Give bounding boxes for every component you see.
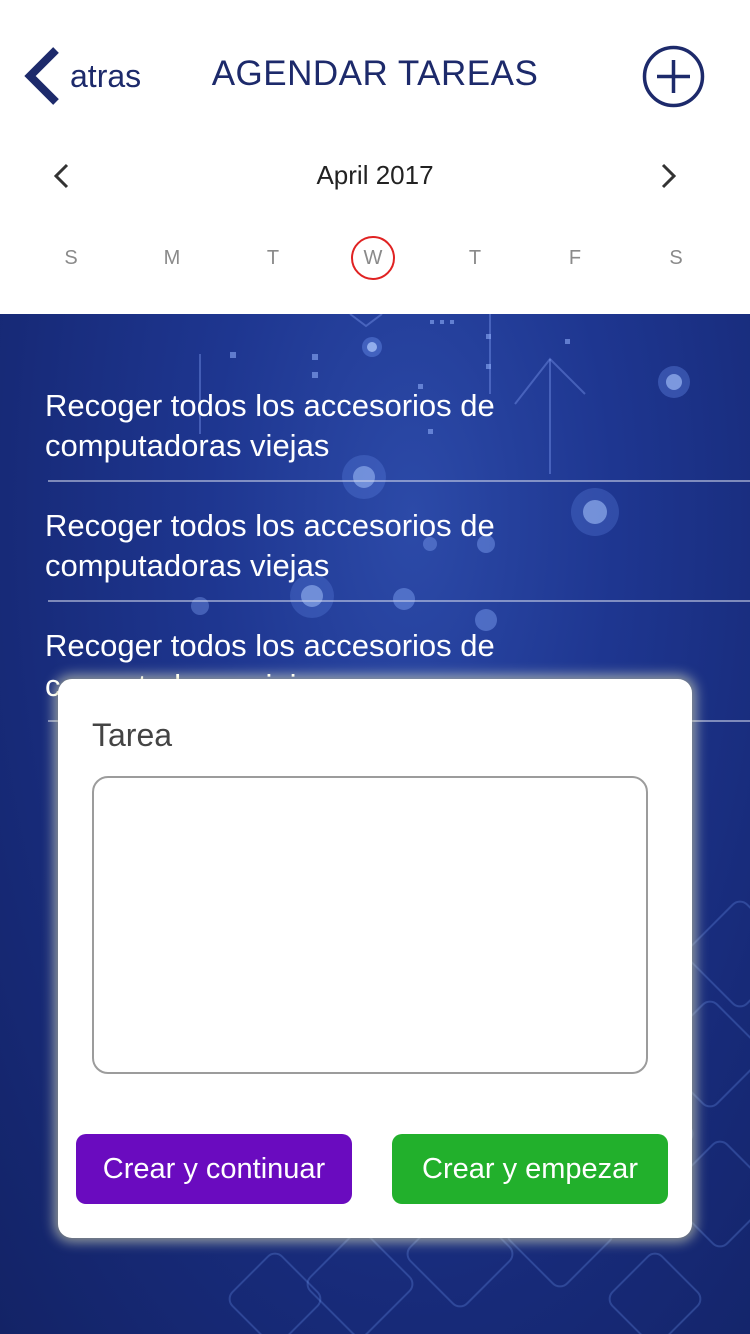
task-textarea[interactable] — [92, 776, 648, 1074]
create-and-continue-button[interactable]: Crear y continuar — [76, 1134, 352, 1204]
next-month-button[interactable] — [656, 162, 680, 190]
day-wednesday-today[interactable]: W — [351, 236, 395, 280]
app-header: atras AGENDAR TAREAS — [0, 0, 750, 150]
new-task-dialog: Tarea Crear y continuar Crear y empezar — [58, 679, 692, 1238]
list-item[interactable]: Recoger todos los accesorios de computad… — [0, 482, 750, 602]
plus-circle-icon — [642, 45, 705, 108]
task-text: Recoger todos los accesorios de computad… — [45, 388, 495, 463]
page-title: AGENDAR TAREAS — [211, 54, 539, 93]
day-saturday[interactable]: S — [654, 236, 698, 280]
day-tuesday[interactable]: T — [251, 236, 295, 280]
task-text: Recoger todos los accesorios de computad… — [45, 508, 495, 583]
task-field-label: Tarea — [92, 717, 173, 753]
chevron-right-icon — [661, 163, 677, 189]
task-list: Recoger todos los accesorios de computad… — [0, 362, 750, 722]
day-monday[interactable]: M — [150, 236, 194, 280]
list-item[interactable]: Recoger todos los accesorios de computad… — [0, 362, 750, 482]
add-task-button[interactable] — [642, 45, 705, 108]
day-sunday[interactable]: S — [49, 236, 93, 280]
create-and-start-button[interactable]: Crear y empezar — [392, 1134, 668, 1204]
month-label: April 2017 — [316, 160, 434, 190]
month-navigation: April 2017 — [0, 150, 750, 202]
week-days: S M T W T F S — [0, 226, 750, 286]
day-friday[interactable]: F — [553, 236, 597, 280]
day-thursday[interactable]: T — [453, 236, 497, 280]
